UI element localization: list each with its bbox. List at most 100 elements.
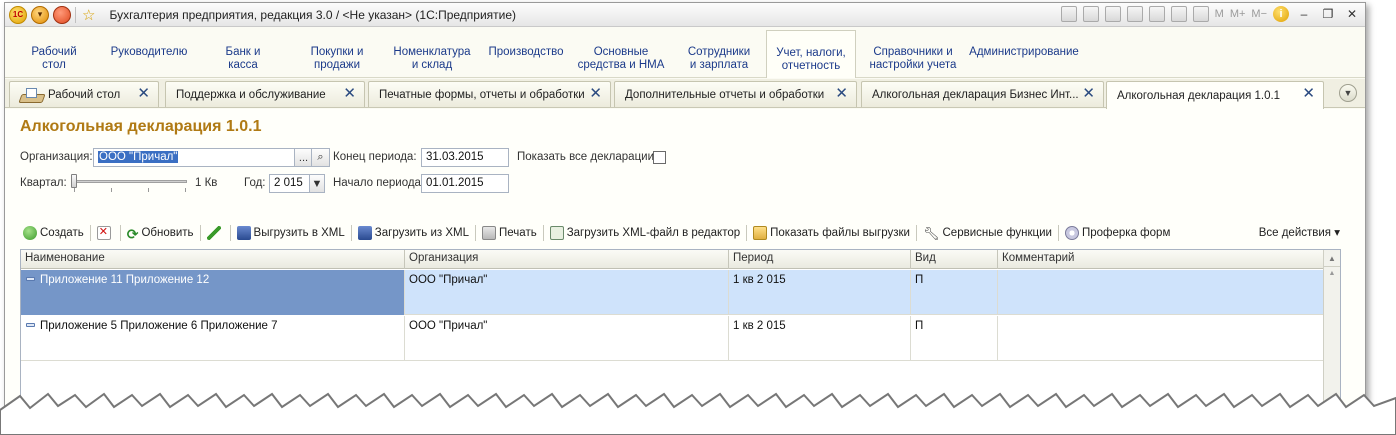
quarter-slider-handle[interactable]: [71, 174, 77, 188]
separator: [542, 225, 544, 241]
cell-org: ООО "Причал": [405, 270, 729, 315]
printer-icon: [482, 226, 497, 240]
vertical-scrollbar[interactable]: ▲ ▲: [1323, 250, 1340, 429]
show-files-button[interactable]: Показать файлы выгрузки: [750, 223, 913, 243]
tab-alcohol-business[interactable]: Алкогольная декларация Бизнес Инт... ✕: [861, 81, 1104, 107]
preview-icon[interactable]: [1104, 6, 1121, 22]
section-fixed-assets[interactable]: Основные средства и НМА: [573, 46, 669, 72]
table-row[interactable]: Приложение 5 Приложение 6 Приложение 7 О…: [21, 316, 1324, 361]
print-button[interactable]: Печать: [479, 223, 540, 243]
tab-additional-reports[interactable]: Дополнительные отчеты и обработки ✕: [614, 81, 857, 107]
column-header-period[interactable]: Период: [729, 250, 911, 269]
period-start-field[interactable]: 01.01.2015: [421, 174, 509, 193]
table-row[interactable]: Приложение 11 Приложение 12 ООО "Причал"…: [21, 270, 1324, 315]
minimize-button[interactable]: –: [1295, 7, 1313, 21]
year-dropdown-icon[interactable]: ▼: [309, 174, 325, 193]
tab-label: Поддержка и обслуживание: [176, 88, 326, 101]
app-window: 1С ▾ ☆ Бухгалтерия предприятия, редакция…: [4, 2, 1366, 430]
stop-icon[interactable]: [53, 5, 71, 24]
close-icon[interactable]: ✕: [589, 86, 602, 101]
check-forms-button[interactable]: Проферка форм: [1062, 223, 1173, 243]
column-header-comment[interactable]: Комментарий: [998, 250, 1324, 269]
show-all-checkbox[interactable]: [653, 151, 666, 164]
tab-support[interactable]: Поддержка и обслуживание ✕: [165, 81, 365, 107]
calculator-icon[interactable]: [1170, 6, 1187, 22]
history-icon[interactable]: [1148, 6, 1165, 22]
tab-label: Алкогольная декларация 1.0.1: [1117, 89, 1281, 102]
calendar-icon[interactable]: [1192, 6, 1209, 22]
scroll-top-icon[interactable]: ▲: [1324, 267, 1340, 279]
period-end-field[interactable]: 31.03.2015: [421, 148, 509, 167]
declarations-table[interactable]: Наименование Организация Период Вид Комм…: [20, 249, 1341, 429]
edit-button[interactable]: [204, 223, 227, 243]
export-xml-button[interactable]: Выгрузить в XML: [234, 223, 348, 243]
separator: [119, 225, 121, 241]
print-label: Печать: [499, 227, 537, 239]
section-purchases-sales[interactable]: Покупки и продажи: [300, 46, 374, 72]
add-favorite-icon[interactable]: [1126, 6, 1143, 22]
sections-panel: Рабочий стол Руководителю Банк и касса Пок…: [5, 28, 1365, 78]
close-icon[interactable]: ✕: [1082, 86, 1095, 101]
close-icon[interactable]: ✕: [137, 86, 150, 101]
section-references-settings[interactable]: Справочники и настройки учета: [865, 46, 961, 72]
app-logo-icon: 1С: [9, 5, 27, 24]
pencil-icon: [206, 226, 221, 240]
scroll-up-icon[interactable]: ▲: [1324, 250, 1340, 267]
cell-comment: [998, 316, 1324, 361]
year-field[interactable]: 2 015: [269, 174, 311, 193]
separator: [746, 225, 748, 241]
close-icon[interactable]: ✕: [1302, 86, 1315, 101]
memory-m-plus-button[interactable]: M+: [1230, 8, 1246, 20]
org-field[interactable]: ООО "Причал": [93, 148, 295, 167]
section-accounting-taxes[interactable]: Учет, налоги, отчетность: [766, 30, 856, 78]
print-icon[interactable]: [1082, 6, 1099, 22]
column-header-org[interactable]: Организация: [405, 250, 729, 269]
memory-m-minus-button[interactable]: M−: [1251, 8, 1267, 20]
restore-button[interactable]: ❐: [1319, 7, 1337, 21]
org-search-icon[interactable]: ⌕: [311, 148, 330, 167]
export-icon: [236, 226, 251, 240]
title-bar: 1С ▾ ☆ Бухгалтерия предприятия, редакция…: [5, 3, 1365, 27]
section-manager[interactable]: Руководителю: [103, 46, 195, 59]
section-nomenclature-warehouse[interactable]: Номенклатура и склад: [388, 46, 476, 72]
import-xml-label: Загрузить из XML: [374, 227, 470, 239]
export-xml-label: Выгрузить в XML: [253, 227, 345, 239]
column-header-kind[interactable]: Вид: [911, 250, 998, 269]
section-desktop[interactable]: Рабочий стол: [23, 46, 85, 72]
page-title: Алкогольная декларация 1.0.1: [20, 118, 262, 135]
quarter-slider-track[interactable]: [73, 180, 187, 183]
document-row-icon: [26, 276, 35, 281]
separator: [350, 225, 352, 241]
column-header-name[interactable]: Наименование: [21, 250, 405, 269]
create-button[interactable]: Создать: [20, 223, 87, 243]
load-editor-label: Загрузить XML-файл в редактор: [566, 227, 741, 239]
table-header: Наименование Организация Период Вид Комм…: [21, 250, 1324, 269]
tab-desktop[interactable]: Рабочий стол ✕: [9, 81, 159, 107]
main-menu-icon[interactable]: ▾: [31, 5, 49, 24]
delete-button[interactable]: [94, 223, 117, 243]
close-window-button[interactable]: ✕: [1343, 7, 1361, 21]
all-actions-menu[interactable]: Все действия ▾: [1259, 225, 1340, 239]
close-icon[interactable]: ✕: [835, 86, 848, 101]
separator: [475, 225, 477, 241]
memory-m-button[interactable]: M: [1215, 8, 1224, 20]
import-xml-button[interactable]: Загрузить из XML: [355, 223, 472, 243]
quarter-label: Квартал:: [20, 177, 67, 189]
favorites-star-icon[interactable]: ☆: [82, 6, 95, 24]
service-functions-button[interactable]: 🔧︎ Сервисные функции: [920, 223, 1055, 243]
section-production[interactable]: Производство: [485, 46, 567, 59]
refresh-button[interactable]: ⟳ Обновить: [124, 223, 197, 243]
tabs-list-icon[interactable]: ▼: [1339, 84, 1357, 102]
info-icon[interactable]: i: [1273, 6, 1289, 22]
tab-print-forms[interactable]: Печатные формы, отчеты и обработки ✕: [368, 81, 611, 107]
service-label: Сервисные функции: [942, 227, 1053, 239]
tab-alcohol-declaration[interactable]: Алкогольная декларация 1.0.1 ✕: [1106, 81, 1324, 109]
check-forms-label: Проферка форм: [1082, 227, 1171, 239]
section-administration[interactable]: Администрирование: [967, 46, 1081, 59]
load-editor-button[interactable]: Загрузить XML-файл в редактор: [547, 223, 743, 243]
close-icon[interactable]: ✕: [343, 86, 356, 101]
section-bank-cash[interactable]: Банк и касса: [210, 46, 276, 72]
save-icon[interactable]: [1060, 6, 1077, 22]
show-all-label: Показать все декларации:: [517, 151, 658, 163]
section-employees-salary[interactable]: Сотрудники и зарплата: [681, 46, 757, 72]
